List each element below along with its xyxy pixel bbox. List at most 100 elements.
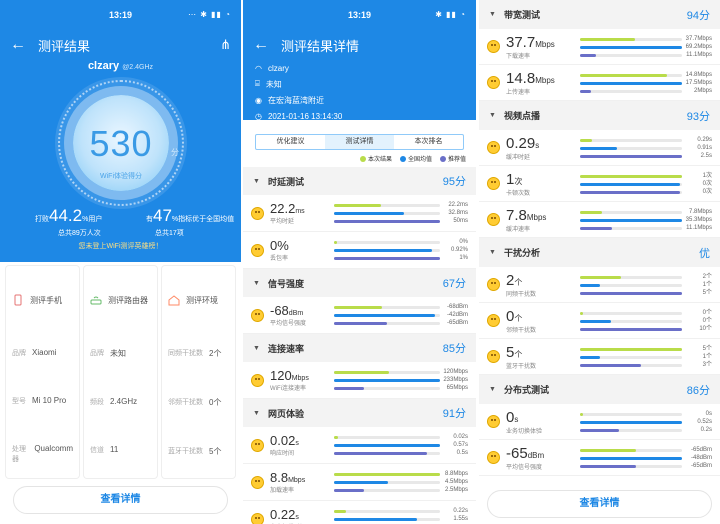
national-bar — [580, 45, 682, 49]
tab-details[interactable]: 测试详情 — [325, 135, 394, 149]
metric-values: 8.8Mbps 4.5Mbps 2.5Mbps — [440, 470, 468, 494]
metric-row: 22.2ms 平均时延 22.2ms 32.8ms 50ms — [243, 195, 476, 232]
section-title: 信号强度 — [267, 278, 304, 289]
recommended-value: 11.1Mbps — [686, 224, 712, 231]
current-bar — [580, 347, 682, 351]
metric-values: 120Mbps 233Mbps 65Mbps — [440, 368, 468, 392]
metric-bars — [580, 272, 682, 298]
bar-track — [580, 311, 682, 315]
national-bar — [580, 319, 611, 323]
router-icon: ⌸ — [255, 79, 260, 88]
score-value: 530 — [89, 123, 153, 164]
share-icon[interactable]: ⋔ — [220, 37, 231, 53]
national-bar — [580, 283, 601, 287]
section-score: 94分 — [686, 9, 710, 22]
metric-name: 加载速率 — [270, 488, 295, 494]
current-bar — [580, 412, 584, 416]
metric-bars — [334, 367, 440, 393]
section-header[interactable]: ▼ 信号强度 67分 — [243, 269, 476, 297]
recommended-bar — [334, 322, 387, 325]
metric-row: 37.7Mbps 下载速率 37.7Mbps 69.2Mbps 11.1Mbps — [479, 29, 720, 65]
hero-tip[interactable]: 您未登上WiFi测评英雄榜！ — [0, 241, 241, 251]
beat-users-stat: 打败44.2%用户 — [35, 206, 103, 225]
metric-row: 8.8Mbps 加载速率 8.8Mbps 4.5Mbps 2.5Mbps — [243, 464, 476, 501]
recommended-bar — [580, 190, 680, 194]
metric-row: -68dBm 平均信号强度 -68dBm -42dBm -65dBm — [243, 297, 476, 334]
national-bar — [334, 212, 404, 215]
national-value: 0.52s — [697, 418, 712, 425]
metric-values: 2个 1个 5个 — [682, 273, 712, 297]
metric-row: 0.02s 响应时间 0.02s 0.57s 0.5s — [243, 427, 476, 464]
metric-bars — [334, 506, 440, 524]
section-title: 时延测试 — [267, 176, 304, 187]
national-value: 17.5Mbps — [685, 79, 712, 86]
section-header[interactable]: ▼ 干扰分析 优 — [479, 238, 720, 267]
section-header[interactable]: ▼ 网页体验 91分 — [243, 399, 476, 427]
metric-value: 8.8Mbps — [270, 470, 306, 485]
phone-icon — [14, 294, 22, 306]
ssid: clzary — [267, 63, 289, 73]
section-header[interactable]: ▼ 时延测试 95分 — [243, 167, 476, 195]
smiley-face-icon — [251, 206, 264, 220]
metric-name: 邻频干扰数 — [506, 327, 537, 334]
metric-value: 1次 — [506, 170, 523, 188]
current-bar — [580, 73, 667, 77]
metric-name: 业务切换体验 — [506, 428, 543, 435]
section-header[interactable]: ▼ 分布式测试 86分 — [479, 375, 720, 404]
current-bar — [580, 174, 682, 178]
recommended-value: -65dBm — [446, 320, 468, 326]
metric-values: -68dBm -42dBm -65dBm — [440, 303, 468, 327]
current-bar — [580, 210, 603, 214]
section-header[interactable]: ▼ 带宽测试 94分 — [479, 0, 720, 29]
recommended-bar — [334, 220, 440, 223]
national-value: 233Mbps — [443, 377, 468, 383]
section-header[interactable]: ▼ 视频点播 93分 — [479, 101, 720, 130]
score-unit: 分 — [171, 148, 179, 157]
smiley-face-icon — [487, 213, 500, 226]
current-value: -65dBm — [690, 446, 712, 453]
section-header[interactable]: ▼ 连接速率 85分 — [243, 334, 476, 362]
recommended-value: 65Mbps — [446, 385, 468, 391]
tab-ranking[interactable]: 本次排名 — [394, 135, 463, 149]
metric-bars — [580, 34, 682, 60]
current-bar — [580, 138, 593, 142]
national-value: 1个 — [702, 281, 712, 288]
router-card: 测评路由器 品牌 未知 频段 2.4GHz 信道 11 — [84, 266, 157, 478]
view-details-button[interactable]: 查看详情 — [13, 486, 228, 514]
metric-value: 120Mbps — [270, 368, 309, 383]
section-score: 优 — [699, 247, 710, 260]
recommended-bar — [334, 489, 364, 492]
metric-value: 14.8Mbps — [506, 69, 555, 87]
national-value: 32.8ms — [448, 210, 468, 216]
back-arrow-icon[interactable]: ← — [253, 36, 269, 54]
recommended-value: 2.5s — [700, 152, 712, 159]
tab-optimization[interactable]: 优化建议 — [256, 135, 325, 149]
current-bar — [580, 448, 637, 452]
recommended-bar — [580, 428, 619, 432]
detail-list: ▼ 带宽测试 94分 37.7Mbps 下载速率 37.7Mbps 69.2Mbps 11.1… — [479, 0, 720, 476]
metric-name: 缓冲速率 — [506, 226, 531, 233]
metric-values: 7.8Mbps 35.3Mbps 11.1Mbps — [682, 208, 712, 232]
caret-down-icon: ▼ — [253, 344, 260, 352]
current-bar — [334, 473, 440, 476]
status-bar: 13:19 ⋯ ✱ ▮▮ ◔ — [0, 0, 241, 30]
section-title: 视频点播 — [503, 111, 540, 121]
router-name: 未知 — [265, 79, 282, 89]
caret-down-icon: ▼ — [489, 112, 496, 119]
current-value: 1次 — [702, 172, 712, 179]
recommended-bar — [580, 226, 612, 230]
network-info: ◠ clzary ⌸ 未知 ◉ 在宏海蓝湾附近 ◷ 2021-01-16 13:14:3… — [243, 60, 476, 124]
metric-bars — [334, 237, 440, 263]
national-value: 0.57s — [453, 442, 468, 448]
national-bar — [580, 146, 617, 150]
national-bar — [334, 379, 440, 382]
national-bar — [334, 481, 389, 484]
view-details-button[interactable]: 查看详情 — [487, 490, 712, 518]
back-arrow-icon[interactable]: ← — [10, 36, 26, 54]
caret-down-icon: ▼ — [253, 177, 260, 185]
current-bar — [334, 510, 346, 513]
smiley-face-icon — [251, 475, 264, 489]
metric-row: 14.8Mbps 上传速率 14.8Mbps 17.5Mbps 2Mbps — [479, 65, 720, 101]
total-users: 总共89万人次 — [58, 230, 101, 237]
metric-value: 0% — [270, 238, 289, 253]
